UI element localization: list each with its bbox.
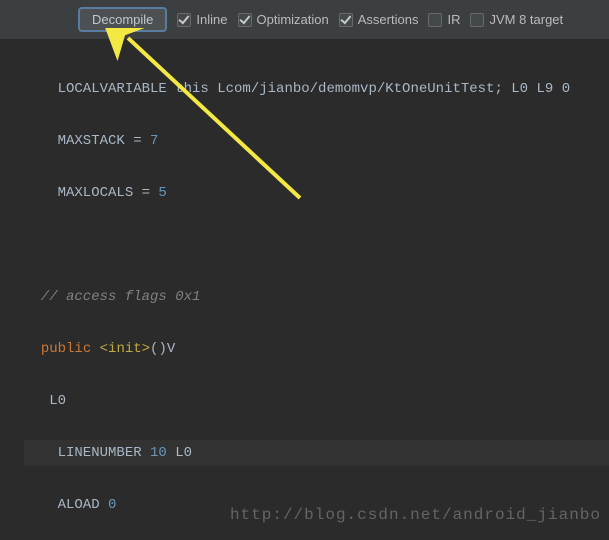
decompile-button[interactable]: Decompile bbox=[78, 7, 167, 32]
checkbox-icon bbox=[339, 13, 353, 27]
check-label: JVM 8 target bbox=[489, 12, 563, 27]
checkbox-icon bbox=[238, 13, 252, 27]
code-line: LINENUMBER 10 L0 bbox=[24, 440, 609, 466]
check-label: Optimization bbox=[257, 12, 329, 27]
check-label: Assertions bbox=[358, 12, 419, 27]
code-line: // access flags 0x1 bbox=[24, 284, 609, 310]
code-line: ALOAD 0 bbox=[24, 492, 609, 518]
check-label: IR bbox=[447, 12, 460, 27]
check-label: Inline bbox=[196, 12, 227, 27]
check-assertions[interactable]: Assertions bbox=[339, 12, 419, 27]
checkbox-icon bbox=[470, 13, 484, 27]
code-line: LOCALVARIABLE this Lcom/jianbo/demomvp/K… bbox=[24, 76, 609, 102]
checkbox-icon bbox=[428, 13, 442, 27]
code-line: MAXSTACK = 7 bbox=[24, 128, 609, 154]
check-inline[interactable]: Inline bbox=[177, 12, 227, 27]
check-ir[interactable]: IR bbox=[428, 12, 460, 27]
code-line bbox=[24, 232, 609, 258]
check-jvm8[interactable]: JVM 8 target bbox=[470, 12, 563, 27]
code-editor[interactable]: LOCALVARIABLE this Lcom/jianbo/demomvp/K… bbox=[0, 40, 609, 540]
code-line: MAXLOCALS = 5 bbox=[24, 180, 609, 206]
code-line: public <init>()V bbox=[24, 336, 609, 362]
checkbox-icon bbox=[177, 13, 191, 27]
code-line: L0 bbox=[24, 388, 609, 414]
bytecode-toolbar: Decompile Inline Optimization Assertions… bbox=[0, 0, 609, 40]
check-optimization[interactable]: Optimization bbox=[238, 12, 329, 27]
